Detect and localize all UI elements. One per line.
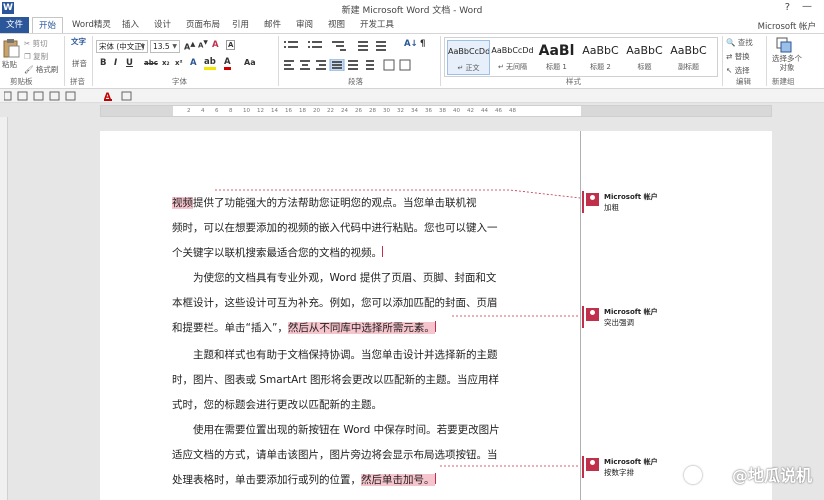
user-avatar-icon [586,308,599,321]
comment-text[interactable]: 按数字排 [604,467,634,478]
comment-balloon-2[interactable]: Microsoft 帐户 突出强调 [582,306,692,328]
comment-text[interactable]: 突出强调 [604,317,634,328]
comment-connectors [215,189,581,467]
comment-balloon-1[interactable]: Microsoft 帐户 加粗 [582,191,692,213]
comment-connector-1 [215,189,581,199]
comment-bar [582,306,584,328]
comment-author: Microsoft 帐户 [604,458,658,466]
user-avatar-icon [586,458,599,471]
comment-author: Microsoft 帐户 [604,308,658,316]
user-avatar-icon [586,193,599,206]
comment-balloon-3[interactable]: Microsoft 帐户 按数字排 [582,456,692,478]
comment-bar [582,456,584,478]
watermark-logo-icon [684,466,702,484]
comment-author: Microsoft 帐户 [604,193,658,201]
watermark: @地瓜说机 [731,466,812,485]
comment-text[interactable]: 加粗 [604,202,619,213]
comment-bar [582,191,584,213]
